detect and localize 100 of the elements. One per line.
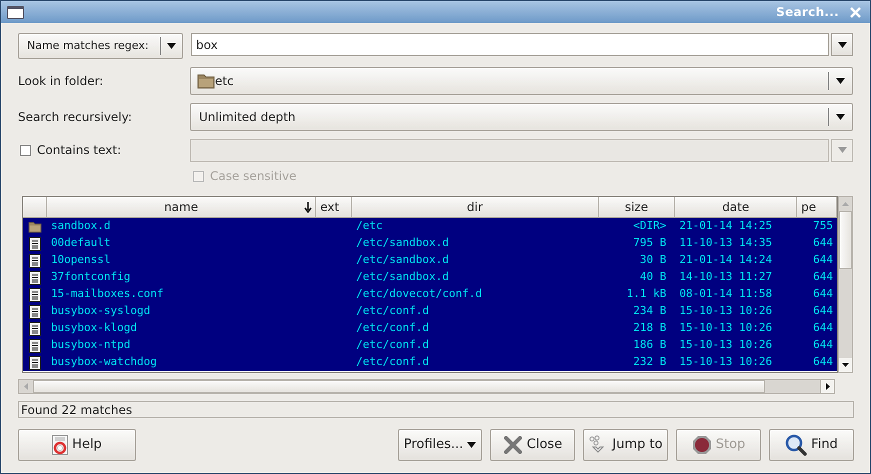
table-cell-text: /etc/sandbox.d [355,235,450,252]
table-cell-text: 37fontconfig [50,269,132,286]
folder-dropdown[interactable]: Unlimited depth [190,103,853,131]
jump-button[interactable]: Jump to [583,429,668,461]
table-cell-text: /etc [355,218,384,234]
caret-icon [836,78,845,84]
table-cell-text: 644 [812,269,834,286]
table-cell-text: 218 B [632,320,668,336]
scroll-down-icon[interactable] [842,363,849,367]
table-cell-text: /etc/sandbox.d [355,269,450,286]
document-icon [28,288,41,302]
column-header[interactable]: dir [352,197,599,217]
close-button[interactable] [847,6,864,18]
vertical-scrollbar[interactable] [838,196,853,373]
table-row[interactable]: busybox-klogd /etc/conf.d 218 B 15-10-13 10:26 644 [23,320,838,337]
table-cell-text: 15-10-13 10:26 [678,337,774,354]
table-cell-text: busybox-watchdog [50,354,158,370]
table-cell-text: /etc/conf.d [355,320,430,336]
column-header[interactable]: date [675,197,798,217]
table-cell-text: 14-10-13 11:27 [678,269,774,286]
criteria-dropdown[interactable]: Name matches regex: [18,33,183,59]
caret-icon [838,42,846,48]
column-header[interactable]: name [46,197,316,217]
document-icon [28,338,41,352]
search-icon [785,434,808,456]
table-cell-text: 186 B [632,337,668,354]
table-cell-text: sandbox.d [50,218,112,234]
table-cell-text: 15-10-13 10:26 [678,303,774,320]
table-cell-text: 644 [812,320,834,336]
folder-icon [28,220,42,232]
table-row[interactable]: sandbox.d /etc <DIR> 21-01-14 14:25 755 [23,218,838,235]
table-cell-text: 644 [812,235,834,252]
status-bar: Found 22 matches [18,401,854,418]
table-cell-text: 644 [812,252,834,268]
scroll-up-icon[interactable] [842,202,849,206]
table-cell-text: 11-10-13 14:35 [678,235,774,252]
table-cell-text: 1.1 kB [626,286,668,302]
document-icon [28,322,41,336]
checkbox[interactable] [20,144,31,156]
table-row[interactable]: busybox-syslogd /etc/conf.d 234 B 15-10-13 10:26 644 [23,303,838,320]
window-menu-icon[interactable] [7,6,24,18]
table-row[interactable]: 10openssl /etc/sandbox.d 30 B 21-01-14 14:24 644 [23,252,838,269]
column-header[interactable]: pe [797,197,837,217]
field-label: Look in folder: [18,73,104,90]
column-header[interactable]: ext [316,197,352,217]
table-row[interactable]: 37fontconfig /etc/sandbox.d 40 B 14-10-13 11:27 644 [23,269,838,286]
text-field[interactable] [190,138,829,162]
caret-icon [838,147,846,153]
table-cell-text: /etc/conf.d [355,354,430,370]
table-row[interactable]: 00default /etc/sandbox.d 795 B 11-10-13 14:35 644 [23,235,838,252]
pattern-field[interactable]: box [191,33,829,56]
table-cell-text: 644 [812,354,834,370]
table-cell-text: busybox-ntpd [50,337,132,354]
document-icon [28,356,41,370]
table-cell-text: 21-01-14 14:25 [678,218,774,234]
table-row[interactable]: busybox-watchdog /etc/conf.d 232 B 15-10-13 10:26 644 [23,354,838,371]
caret-icon [467,442,476,448]
table-cell-text: 00default [50,235,112,252]
dropdown-button[interactable] [831,33,853,56]
table-cell-text: 232 B [632,354,668,370]
close-button[interactable]: Close [490,429,575,461]
folder-icon [197,73,215,89]
table-cell-text: 15-10-13 10:26 [678,354,774,370]
table-cell-text: 795 B [632,235,668,252]
table-cell-text: 21-01-14 14:24 [678,252,774,268]
table-cell-text: busybox-klogd [50,320,138,336]
table-cell-text: 15-10-13 10:26 [678,320,774,336]
scroll-right-icon[interactable] [826,383,830,390]
horizontal-scrollbar[interactable] [18,379,835,394]
table-cell-text: 10openssl [50,252,112,268]
scroll-left-icon[interactable] [24,383,28,390]
document-icon [28,270,41,284]
field-label: Search recursively: [18,109,133,126]
table-cell-text: 40 B [638,269,668,286]
sort-arrow-icon [304,202,312,212]
document-icon [28,236,41,250]
table-cell-text: 15-mailboxes.conf [50,286,165,302]
close-icon [502,436,523,454]
table-cell-text: 755 [812,218,834,234]
table-cell-text: /etc/dovecot/conf.d [355,286,484,302]
table-cell-text: 08-01-14 11:58 [678,286,774,302]
lifebuoy-icon [52,435,68,455]
checkbox-label: Case sensitive [210,168,297,185]
checkbox-label: Contains text: [37,142,122,159]
table-row[interactable]: busybox-ntpd /etc/conf.d 186 B 15-10-13 10:26 644 [23,337,838,354]
folder-dropdown[interactable]: etc [190,67,853,95]
column-header[interactable]: size [598,197,676,217]
caret-icon [836,114,845,120]
profiles-dropdown[interactable]: Profiles... [398,429,482,461]
table-cell-text: 644 [812,337,834,354]
help-button[interactable]: Help [18,429,136,461]
find-button[interactable]: Find [769,429,854,461]
table-row[interactable]: 15-mailboxes.conf /etc/dovecot/conf.d 1.1 kB 08-01-14 11:58 644 [23,286,838,303]
caret-icon [167,43,176,49]
table-cell-text: 30 B [638,252,668,268]
table-cell-text: 234 B [632,303,668,320]
table-cell-text: 644 [812,303,834,320]
table-cell-text: busybox-syslogd [50,303,152,320]
table-cell-text: /etc/conf.d [355,303,430,320]
table-cell-text: 644 [812,286,834,302]
